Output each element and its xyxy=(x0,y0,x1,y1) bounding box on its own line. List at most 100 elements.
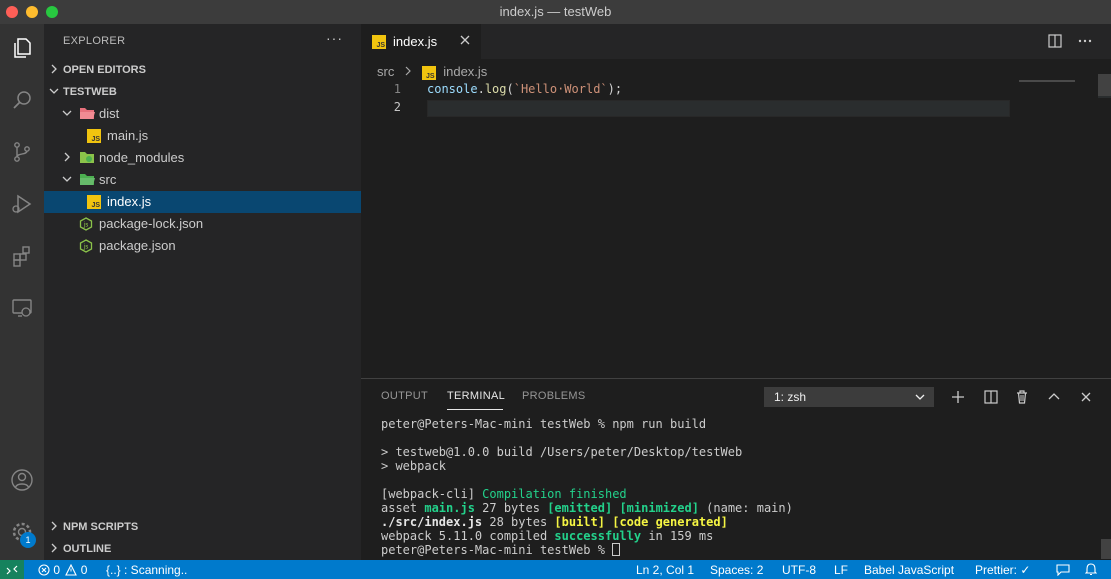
terminal-line: > testweb@1.0.0 build /Users/peter/Deskt… xyxy=(381,445,743,459)
problems-indicator[interactable]: 0 0 xyxy=(38,563,87,577)
section-outline[interactable]: OUTLINE xyxy=(44,538,361,560)
close-panel-icon[interactable] xyxy=(1078,389,1094,405)
section-label: TESTWEB xyxy=(63,86,117,98)
chevron-right-icon xyxy=(51,521,57,531)
tree-file-index-js[interactable]: JS index.js xyxy=(44,191,361,213)
code-content[interactable]: console.log(`Hello·World`); xyxy=(427,80,622,116)
svg-text:js: js xyxy=(83,222,89,229)
chevron-down-icon xyxy=(49,88,59,94)
extensions-icon[interactable] xyxy=(6,240,38,272)
run-debug-icon[interactable] xyxy=(6,188,38,220)
tree-folder-src[interactable]: src xyxy=(44,169,361,191)
language-mode[interactable]: Babel JavaScript xyxy=(864,563,954,577)
new-terminal-icon[interactable] xyxy=(950,389,966,405)
tree-item-label: package-lock.json xyxy=(99,216,204,231)
terminal-select-value: 1: zsh xyxy=(774,390,807,404)
terminal-line: ./src/index.js 28 bytes [built] [code ge… xyxy=(381,515,728,529)
section-open-editors[interactable]: OPEN EDITORS xyxy=(44,59,361,81)
code-token: console xyxy=(427,82,478,96)
javascript-file-icon: JS xyxy=(87,129,101,143)
code-token: ); xyxy=(607,82,623,96)
remote-indicator[interactable] xyxy=(0,560,24,579)
explorer-icon[interactable] xyxy=(6,32,38,64)
close-tab-icon[interactable] xyxy=(457,32,473,48)
tab-problems[interactable]: PROBLEMS xyxy=(522,390,586,402)
tree-file-package-lock-json[interactable]: js package-lock.json xyxy=(44,213,361,235)
prettier-status[interactable]: Prettier: ✓ xyxy=(975,563,1030,577)
section-label: OPEN EDITORS xyxy=(63,64,146,76)
javascript-file-icon: JS xyxy=(87,195,101,209)
src-folder-open-icon xyxy=(80,174,95,185)
bottom-panel: OUTPUT TERMINAL PROBLEMS 1: zsh peter@Pe… xyxy=(361,378,1111,560)
chevron-down-icon xyxy=(915,394,925,400)
javascript-file-icon: JS xyxy=(421,66,436,80)
cursor-position[interactable]: Ln 2, Col 1 xyxy=(636,563,694,577)
chevron-right-icon xyxy=(64,152,70,162)
javascript-file-icon: JS xyxy=(372,35,386,49)
maximize-panel-icon[interactable] xyxy=(1046,389,1062,405)
split-editor-icon[interactable] xyxy=(1047,33,1063,49)
scanning-status[interactable]: {..} : Scanning.. xyxy=(106,563,187,577)
tab-terminal[interactable]: TERMINAL xyxy=(447,390,505,402)
terminal-output[interactable]: peter@Peters-Mac-mini testWeb % npm run … xyxy=(381,417,793,557)
activity-bar: 1 xyxy=(0,24,44,560)
tree-file-main-js[interactable]: JS main.js xyxy=(44,125,361,147)
window-title: index.js — testWeb xyxy=(499,4,612,19)
split-terminal-icon[interactable] xyxy=(983,389,999,405)
breadcrumb: src JS index.js xyxy=(377,64,487,80)
tab-output[interactable]: OUTPUT xyxy=(381,390,428,402)
tree-file-package-json[interactable]: js package.json xyxy=(44,235,361,257)
section-testweb[interactable]: TESTWEB xyxy=(44,81,361,103)
tab-label: index.js xyxy=(393,34,438,49)
tree-item-label: node_modules xyxy=(99,150,185,165)
line-number: 2 xyxy=(393,100,401,114)
feedback-icon[interactable] xyxy=(1056,564,1070,576)
tab-index-js[interactable]: JS index.js xyxy=(361,24,481,59)
warning-count: 0 xyxy=(80,563,88,577)
notifications-bell-icon[interactable] xyxy=(1085,563,1097,576)
explorer-sidebar: EXPLORER ··· OPEN EDITORS TESTWEB dist J… xyxy=(44,24,361,560)
folder-open-icon xyxy=(80,108,95,119)
minimap[interactable] xyxy=(1019,80,1075,82)
terminal-line: webpack 5.11.0 compiled successfully in … xyxy=(381,529,714,543)
sidebar-title: EXPLORER xyxy=(63,35,126,47)
code-token: . xyxy=(477,82,485,96)
breadcrumb-folder[interactable]: src xyxy=(377,64,394,79)
code-token: `Hello·World` xyxy=(513,82,608,96)
sidebar-more-button[interactable]: ··· xyxy=(326,30,343,46)
tree-folder-dist[interactable]: dist xyxy=(44,103,361,125)
chevron-right-icon xyxy=(51,543,57,553)
search-icon[interactable] xyxy=(6,84,38,116)
terminal-line: peter@Peters-Mac-mini testWeb % npm run … xyxy=(381,417,707,431)
trash-icon[interactable] xyxy=(1014,389,1030,405)
terminal-line: > webpack xyxy=(381,459,447,473)
encoding[interactable]: UTF-8 xyxy=(782,563,816,577)
code-token: ( xyxy=(506,82,514,96)
section-label: OUTLINE xyxy=(63,543,112,555)
status-bar: 0 0 {..} : Scanning.. Ln 2, Col 1 Spaces… xyxy=(0,560,1111,579)
section-label: NPM SCRIPTS xyxy=(63,521,139,533)
tree-item-label: main.js xyxy=(107,128,149,143)
chevron-down-icon xyxy=(62,176,72,182)
section-npm-scripts[interactable]: NPM SCRIPTS xyxy=(44,516,361,538)
warning-icon xyxy=(65,563,78,576)
tree-item-label: src xyxy=(99,172,117,187)
indentation[interactable]: Spaces: 2 xyxy=(710,563,763,577)
editor-scrollbar[interactable] xyxy=(1098,74,1111,96)
line-number-gutter: 1 2 xyxy=(361,80,413,116)
remote-explorer-icon[interactable] xyxy=(6,292,38,324)
tree-item-label: package.json xyxy=(99,238,176,253)
end-of-line[interactable]: LF xyxy=(834,563,848,577)
more-actions-icon[interactable] xyxy=(1077,33,1093,49)
remote-icon xyxy=(6,565,18,575)
terminal-scrollbar[interactable] xyxy=(1101,539,1111,559)
nodejs-file-icon: js xyxy=(79,217,93,231)
breadcrumb-file[interactable]: index.js xyxy=(443,64,487,79)
account-icon[interactable] xyxy=(6,464,38,496)
terminal-select[interactable]: 1: zsh xyxy=(764,387,934,407)
tree-folder-node-modules[interactable]: node_modules xyxy=(44,147,361,169)
title-bar: index.js — testWeb xyxy=(0,0,1111,24)
tree-item-label: dist xyxy=(99,106,120,121)
source-control-icon[interactable] xyxy=(6,136,38,168)
terminal-line: [webpack-cli] Compilation finished xyxy=(381,487,627,501)
